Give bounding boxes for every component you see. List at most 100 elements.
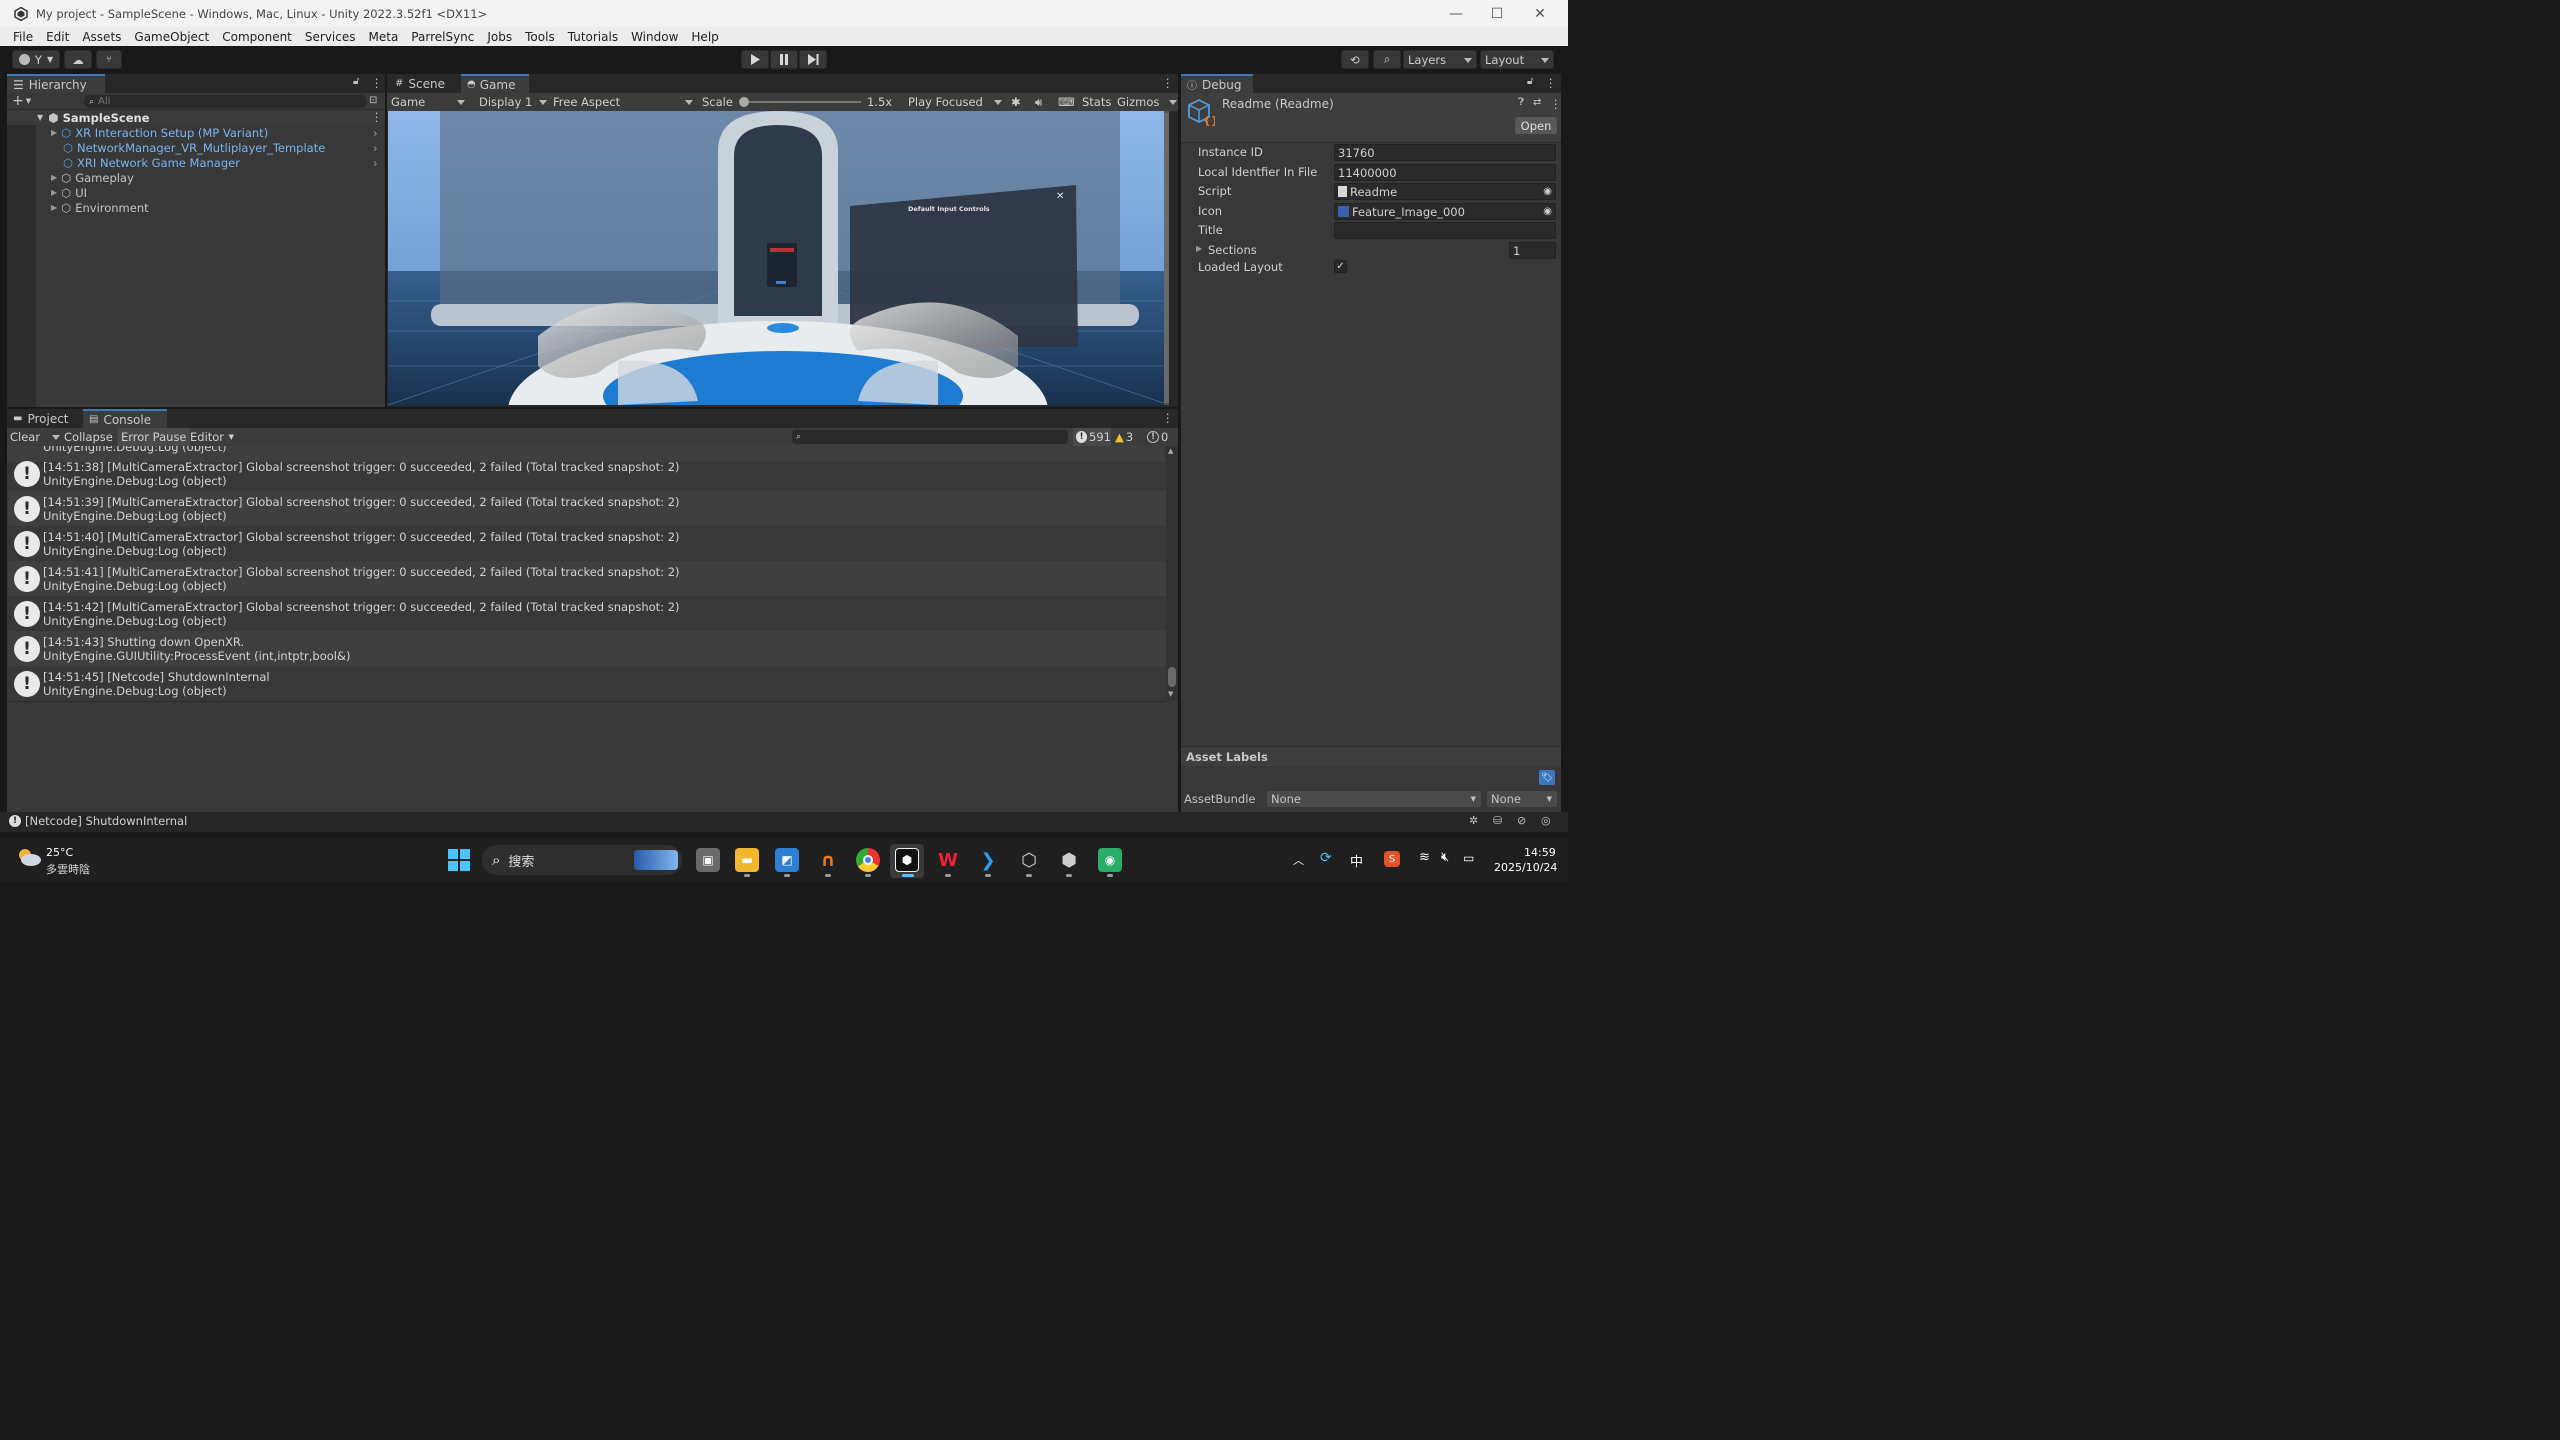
- clock-time[interactable]: 14:59: [1524, 846, 1556, 859]
- log-entry[interactable]: ! [14:51:43] Shutting down OpenXR. Unity…: [8, 631, 1166, 666]
- view-mode-dropdown[interactable]: Game: [391, 93, 467, 111]
- sync-icon[interactable]: ⟳: [1320, 850, 1332, 866]
- log-count-toggle[interactable]: ! 591: [1073, 428, 1111, 446]
- progress-check-icon[interactable]: ◎: [1541, 814, 1551, 827]
- kebab-menu-icon[interactable]: ⋮: [1162, 76, 1174, 90]
- hierarchy-item[interactable]: ⬡ NetworkManager_VR_Mutliplayer_Template…: [7, 140, 385, 155]
- unity-editor-icon[interactable]: ⬢: [895, 848, 919, 872]
- weather-icon[interactable]: [16, 847, 42, 867]
- object-picker-icon[interactable]: ◉: [1543, 186, 1552, 197]
- layout-dropdown[interactable]: Layout: [1480, 50, 1554, 69]
- aspect-dropdown[interactable]: Free Aspect: [553, 93, 693, 111]
- instance-id-field[interactable]: 31760: [1334, 144, 1556, 161]
- tab-console[interactable]: ▤ Console: [83, 409, 167, 428]
- log-entry[interactable]: ! [14:51:41] [MultiCameraExtractor] Glob…: [8, 561, 1166, 596]
- tab-game[interactable]: ◓ Game: [461, 74, 529, 93]
- expand-arrow-icon[interactable]: ▶: [51, 173, 57, 182]
- clear-dropdown[interactable]: Clear: [10, 428, 60, 446]
- status-message[interactable]: [Netcode] ShutdownInternal: [25, 814, 187, 828]
- ime-indicator[interactable]: 中: [1350, 851, 1363, 870]
- tab-hierarchy[interactable]: ☰ Hierarchy: [7, 74, 105, 93]
- bug-icon[interactable]: ✱: [1011, 93, 1021, 111]
- tab-debug[interactable]: ⓘ Debug: [1181, 74, 1253, 93]
- layers-dropdown[interactable]: Layers: [1403, 50, 1477, 69]
- pause-button[interactable]: [770, 50, 798, 69]
- expand-arrow-icon[interactable]: ▶: [51, 188, 57, 197]
- chevron-right-icon[interactable]: ›: [373, 156, 378, 170]
- version-control-button[interactable]: ⑂: [96, 50, 122, 69]
- collapse-toggle[interactable]: Collapse: [64, 428, 113, 446]
- kebab-menu-icon[interactable]: ⋮: [1162, 411, 1174, 425]
- weather-temperature[interactable]: 25°C: [46, 846, 73, 859]
- close-button[interactable]: ✕: [1518, 0, 1562, 27]
- expand-arrow-icon[interactable]: ▼: [37, 113, 43, 122]
- wechat-icon[interactable]: ◉: [1098, 848, 1122, 872]
- tab-project[interactable]: ▬ Project: [7, 409, 75, 428]
- hierarchy-scene-row[interactable]: ▼ ⬢ SampleScene ⋮: [7, 110, 385, 125]
- menu-tools[interactable]: Tools: [525, 30, 555, 44]
- expand-arrow-icon[interactable]: ▶: [51, 128, 57, 137]
- clock-date[interactable]: 2025/10/24: [1494, 861, 1557, 874]
- volume-muted-icon[interactable]: 🔇︎: [1441, 850, 1449, 865]
- error-count-toggle[interactable]: ! 0: [1147, 428, 1175, 446]
- minimize-button[interactable]: —: [1434, 0, 1478, 27]
- hierarchy-item[interactable]: ⬡ XRI Network Game Manager ›: [7, 155, 385, 170]
- hierarchy-item[interactable]: ▶ ⬡ Gameplay: [7, 170, 385, 185]
- menu-tutorials[interactable]: Tutorials: [568, 30, 618, 44]
- maximize-button[interactable]: ☐: [1475, 0, 1519, 27]
- photos-app-icon[interactable]: ◩: [775, 848, 799, 872]
- lock-icon[interactable]: 🔓︎: [353, 76, 359, 87]
- console-search-input[interactable]: ⌕: [792, 430, 1068, 444]
- hierarchy-item[interactable]: ▶ ⬡ Environment: [7, 200, 385, 215]
- hierarchy-search-input[interactable]: ⌕ All: [84, 95, 367, 108]
- menu-meta[interactable]: Meta: [369, 30, 399, 44]
- menu-component[interactable]: Component: [222, 30, 292, 44]
- menu-edit[interactable]: Edit: [46, 30, 69, 44]
- preset-icon[interactable]: ⇄: [1533, 97, 1541, 108]
- loaded-layout-checkbox[interactable]: ✓: [1334, 260, 1347, 273]
- log-entry[interactable]: ! [14:51:38] [MultiCameraExtractor] Glob…: [8, 456, 1166, 491]
- stats-button[interactable]: Stats: [1082, 93, 1111, 111]
- kebab-menu-icon[interactable]: ⋮: [1545, 76, 1557, 90]
- menu-jobs[interactable]: Jobs: [487, 30, 512, 44]
- keyboard-shortcuts-icon[interactable]: ⌨: [1058, 93, 1075, 111]
- tab-scene[interactable]: # Scene: [389, 74, 451, 93]
- windows-start-icon[interactable]: [447, 848, 471, 872]
- log-entry[interactable]: ! [14:51:39] [MultiCameraExtractor] Glob…: [8, 491, 1166, 526]
- warning-count-toggle[interactable]: ▲ 3: [1115, 428, 1143, 446]
- open-button[interactable]: Open: [1515, 117, 1557, 134]
- hierarchy-item[interactable]: ▶ ⬡ XR Interaction Setup (MP Variant) ›: [7, 125, 385, 140]
- help-icon[interactable]: ❓︎: [1518, 97, 1524, 108]
- lock-icon[interactable]: 🔓︎: [1527, 76, 1533, 87]
- taskbar-search-box[interactable]: ⌕ 搜索: [482, 845, 682, 875]
- wps-office-icon[interactable]: W: [936, 848, 960, 872]
- network-icon[interactable]: ⊘: [1517, 814, 1526, 827]
- expand-arrow-icon[interactable]: ▶: [51, 203, 57, 212]
- scrollbar-thumb[interactable]: [1168, 667, 1176, 687]
- sections-size-field[interactable]: 1: [1509, 242, 1556, 259]
- undo-history-button[interactable]: ⟲: [1341, 50, 1369, 69]
- game-viewport[interactable]: Default Input Controls ✕: [388, 111, 1169, 405]
- task-view-icon[interactable]: ▣: [696, 848, 720, 872]
- add-icon[interactable]: +: [12, 93, 24, 109]
- asset-bundle-dropdown[interactable]: None ▼: [1267, 791, 1481, 807]
- scroll-down-icon[interactable]: ▼: [1168, 690, 1173, 698]
- asset-bundle-variant-dropdown[interactable]: None ▼: [1487, 791, 1557, 807]
- kebab-menu-icon[interactable]: ⋮: [371, 76, 383, 90]
- label-tag-icon[interactable]: 🏷︎: [1539, 770, 1555, 785]
- scale-slider-handle[interactable]: [739, 97, 749, 107]
- expand-arrow-icon[interactable]: ▶: [1196, 244, 1202, 253]
- menu-file[interactable]: File: [13, 30, 33, 44]
- play-button[interactable]: [741, 50, 769, 69]
- chevron-down-icon[interactable]: ▼: [26, 97, 31, 105]
- menu-help[interactable]: Help: [691, 30, 718, 44]
- menu-services[interactable]: Services: [305, 30, 356, 44]
- play-mode-dropdown[interactable]: Play Focused: [908, 93, 1002, 111]
- step-button[interactable]: [799, 50, 827, 69]
- scale-slider-track[interactable]: [743, 101, 861, 103]
- menu-assets[interactable]: Assets: [82, 30, 121, 44]
- menu-window[interactable]: Window: [631, 30, 678, 44]
- hierarchy-item[interactable]: ▶ ⬡ UI: [7, 185, 385, 200]
- menu-gameobject[interactable]: GameObject: [134, 30, 209, 44]
- unity-editor-2-icon[interactable]: ⬢: [1057, 848, 1081, 872]
